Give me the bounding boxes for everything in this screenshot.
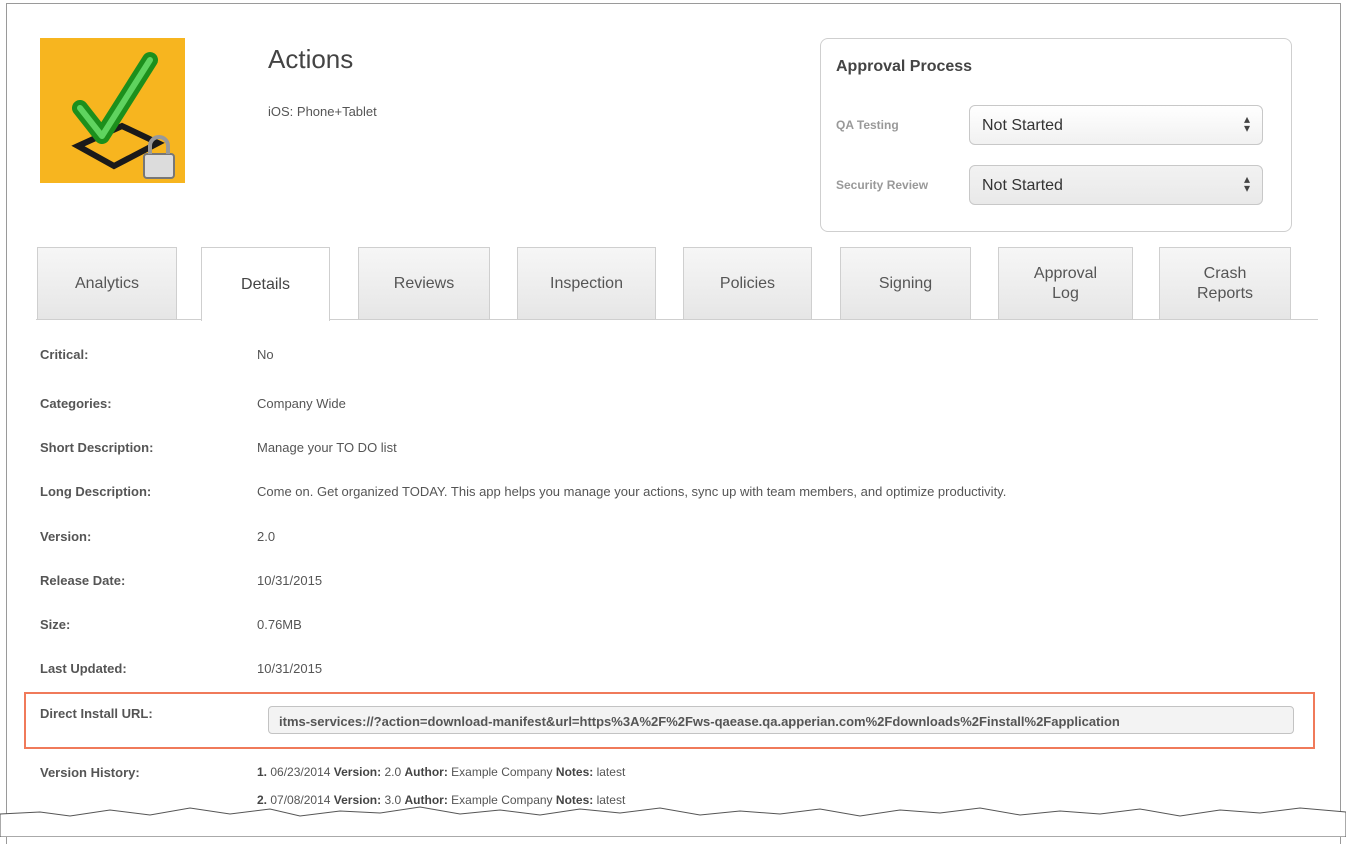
critical-value: No xyxy=(257,347,274,362)
tab-approval-log[interactable]: Approval Log xyxy=(998,247,1133,319)
long-description-value: Come on. Get organized TODAY. This app h… xyxy=(257,484,1007,499)
list-item: 1. 06/23/2014 Version: 2.0 Author: Examp… xyxy=(257,765,626,779)
version-value: 2.0 xyxy=(257,529,276,544)
security-review-value: Not Started xyxy=(982,177,1063,194)
app-icon xyxy=(40,38,185,183)
updown-arrow-icon: ▴ ▾ xyxy=(1243,112,1250,135)
size-label: Size: xyxy=(40,617,71,632)
short-description-label: Short Description: xyxy=(40,440,154,455)
release-date-value: 10/31/2015 xyxy=(257,573,323,588)
tab-signing[interactable]: Signing xyxy=(840,247,971,319)
tab-inspection[interactable]: Inspection xyxy=(517,247,656,319)
release-date-label: Release Date: xyxy=(40,573,126,588)
last-updated-label: Last Updated: xyxy=(40,661,127,676)
updown-arrow-icon: ▴ ▾ xyxy=(1243,172,1250,195)
tab-details[interactable]: Details xyxy=(201,247,330,321)
version-label: Version: xyxy=(40,529,92,544)
long-description-label: Long Description: xyxy=(40,484,152,499)
checkmark-lock-icon xyxy=(40,38,185,183)
torn-edge xyxy=(0,806,1346,837)
security-review-select[interactable]: Not Started ▴ ▾ xyxy=(969,165,1263,205)
short-description-value: Manage your TO DO list xyxy=(257,440,397,455)
direct-install-label: Direct Install URL: xyxy=(40,706,153,721)
tab-crash-reports[interactable]: Crash Reports xyxy=(1159,247,1291,319)
last-updated-value: 10/31/2015 xyxy=(257,661,323,676)
direct-install-url-field[interactable]: itms-services://?action=download-manifes… xyxy=(268,706,1294,734)
approval-process-panel: Approval Process QA Testing Not Started … xyxy=(820,38,1292,232)
app-platform: iOS: Phone+Tablet xyxy=(268,104,377,119)
security-review-label: Security Review xyxy=(836,178,929,192)
tab-policies[interactable]: Policies xyxy=(683,247,812,319)
version-history-label: Version History: xyxy=(40,765,140,780)
critical-label: Critical: xyxy=(40,347,89,362)
tab-analytics[interactable]: Analytics xyxy=(37,247,177,319)
qa-testing-value: Not Started xyxy=(982,117,1063,134)
categories-label: Categories: xyxy=(40,396,112,411)
approval-title: Approval Process xyxy=(836,58,973,75)
app-title: Actions xyxy=(268,44,354,74)
qa-testing-label: QA Testing xyxy=(836,118,899,132)
categories-value: Company Wide xyxy=(257,396,346,411)
tab-reviews[interactable]: Reviews xyxy=(358,247,490,319)
size-value: 0.76MB xyxy=(257,617,302,632)
qa-testing-select[interactable]: Not Started ▴ ▾ xyxy=(969,105,1263,145)
